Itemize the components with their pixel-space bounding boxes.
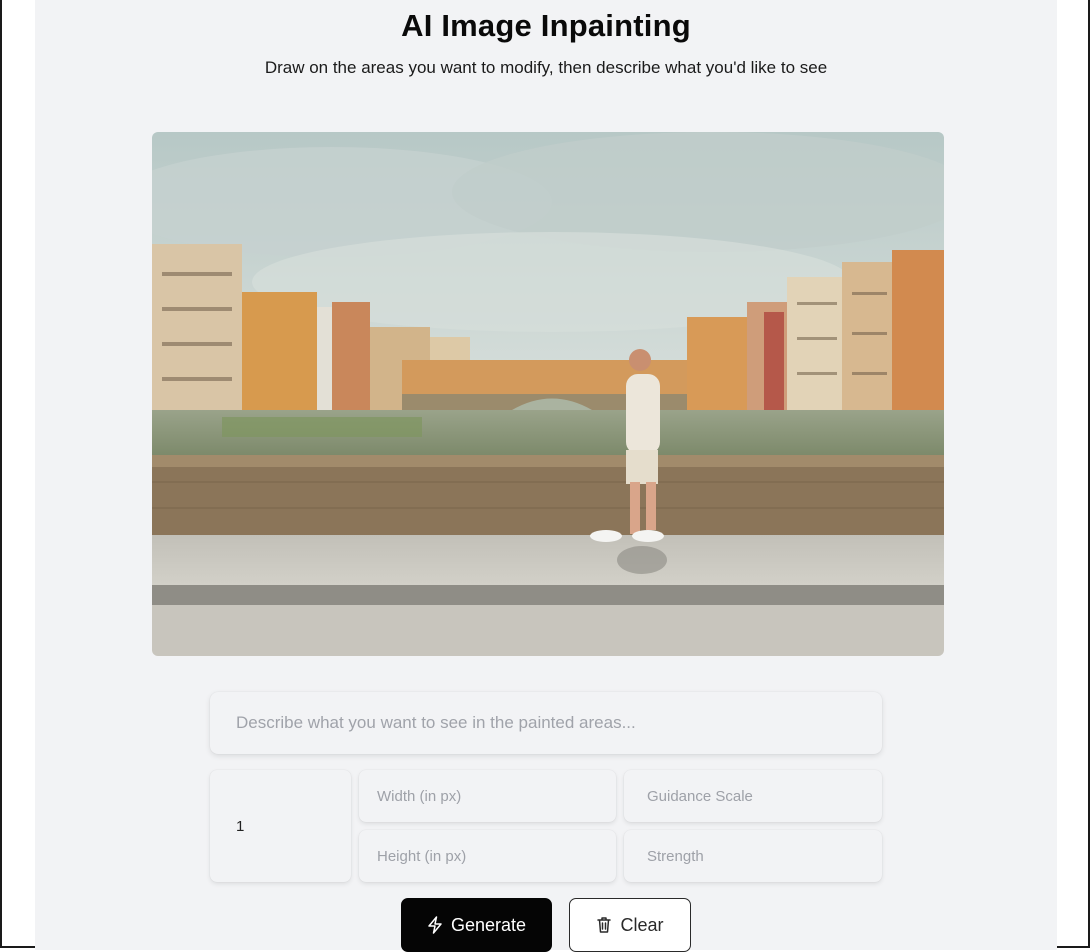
generate-label: Generate: [450, 914, 527, 935]
width-input[interactable]: [359, 770, 616, 822]
main-panel: AI Image Inpainting Draw on the areas yo…: [35, 0, 1057, 952]
trash-icon: [596, 916, 612, 934]
page-title: AI Image Inpainting: [401, 8, 691, 43]
strength-input[interactable]: [624, 830, 882, 882]
clear-label: Clear: [620, 914, 664, 935]
lightning-icon: [427, 916, 443, 934]
page-subtitle: Draw on the areas you want to modify, th…: [264, 58, 828, 77]
clear-button[interactable]: Clear: [569, 898, 691, 952]
height-input[interactable]: [359, 830, 616, 882]
guidance-scale-input[interactable]: [624, 770, 882, 822]
generate-button[interactable]: Generate: [401, 898, 552, 952]
prompt-input[interactable]: [210, 692, 882, 754]
canvas-photo: [152, 132, 944, 656]
inpainting-canvas[interactable]: [152, 132, 944, 656]
num-images-input[interactable]: [210, 770, 351, 882]
